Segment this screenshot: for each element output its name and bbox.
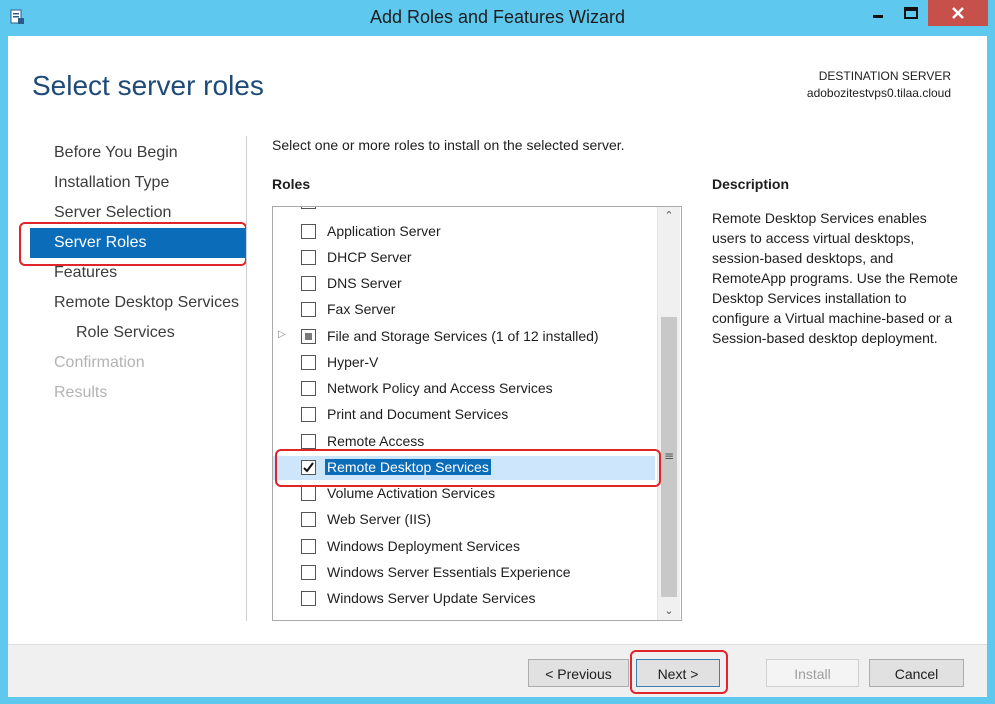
nav-item-before-you-begin[interactable]: Before You Begin xyxy=(30,138,246,168)
roles-listbox[interactable]: Application Server DHCP Server DNS Serve… xyxy=(272,206,682,621)
instruction-text: Select one or more roles to install on t… xyxy=(272,137,625,153)
nav-divider xyxy=(246,136,247,621)
role-row-hyper-v[interactable]: Hyper-V xyxy=(273,351,655,375)
destination-server-name: adobozitestvps0.tilaa.cloud xyxy=(806,86,951,100)
remote-desktop-highlight xyxy=(275,449,661,487)
window-title: Add Roles and Features Wizard xyxy=(369,7,626,27)
minimize-icon xyxy=(872,4,884,23)
roles-heading: Roles xyxy=(272,176,311,192)
role-label: Windows Server Essentials Experience xyxy=(327,564,571,580)
wizard-footer: < Previous Next > Install Cancel xyxy=(8,644,987,697)
role-row-dns-server[interactable]: DNS Server xyxy=(273,272,655,296)
role-checkbox[interactable] xyxy=(301,381,316,396)
role-label: Hyper-V xyxy=(327,354,379,370)
role-label: File and Storage Services (1 of 12 insta… xyxy=(327,328,599,344)
role-checkbox[interactable] xyxy=(301,302,316,317)
maximize-icon xyxy=(904,4,918,23)
role-label: DNS Server xyxy=(327,275,402,291)
scroll-down-arrow-icon[interactable]: ⌄ xyxy=(658,602,680,620)
cancel-button[interactable]: Cancel xyxy=(869,659,964,687)
role-row-web-server[interactable]: Web Server (IIS) xyxy=(273,508,655,532)
role-row-partial xyxy=(273,207,655,214)
role-checkbox[interactable] xyxy=(301,434,316,449)
role-checkbox[interactable] xyxy=(301,512,316,527)
close-icon xyxy=(952,4,964,23)
role-checkbox[interactable] xyxy=(301,329,316,344)
role-row-print-and-document[interactable]: Print and Document Services xyxy=(273,403,655,427)
description-text: Remote Desktop Services enables users to… xyxy=(712,210,958,346)
role-row-file-and-storage-services[interactable]: ▷ File and Storage Services (1 of 12 ins… xyxy=(273,325,655,349)
title-bar[interactable]: Add Roles and Features Wizard xyxy=(0,0,995,36)
role-label: Windows Server Update Services xyxy=(327,590,536,606)
page-title: Select server roles xyxy=(32,70,264,101)
next-button-highlight xyxy=(630,650,728,694)
role-row-fax-server[interactable]: Fax Server xyxy=(273,298,655,322)
role-row-windows-deployment[interactable]: Windows Deployment Services xyxy=(273,535,655,559)
scroll-up-arrow-icon[interactable]: ⌃ xyxy=(658,207,680,225)
install-button: Install xyxy=(766,659,859,687)
minimize-button[interactable] xyxy=(862,0,894,26)
nav-item-role-services[interactable]: Role Services xyxy=(30,318,246,348)
role-label: Print and Document Services xyxy=(327,406,509,422)
role-label: Web Server (IIS) xyxy=(327,511,431,527)
role-row-windows-server-essentials[interactable]: Windows Server Essentials Experience xyxy=(273,561,655,585)
server-roles-highlight xyxy=(19,222,247,266)
role-row-network-policy[interactable]: Network Policy and Access Services xyxy=(273,377,655,401)
role-label: Network Policy and Access Services xyxy=(327,380,553,396)
role-label: Fax Server xyxy=(327,301,396,317)
wizard-window: Add Roles and Features Wizard Select ser… xyxy=(0,0,995,704)
wizard-content: Select server roles DESTINATION SERVER a… xyxy=(8,36,987,697)
grip-icon: ≡ xyxy=(663,449,675,463)
role-row-application-server[interactable]: Application Server xyxy=(273,220,655,244)
role-checkbox[interactable] xyxy=(301,407,316,422)
role-checkbox[interactable] xyxy=(301,486,316,501)
nav-item-results: Results xyxy=(54,384,108,401)
role-checkbox[interactable] xyxy=(301,539,316,554)
previous-button[interactable]: < Previous xyxy=(528,659,629,687)
destination-server-label: DESTINATION SERVER xyxy=(818,69,951,83)
close-button[interactable] xyxy=(928,0,988,26)
role-checkbox xyxy=(301,207,316,209)
role-checkbox[interactable] xyxy=(301,224,316,239)
scrollbar-thumb[interactable]: ≡ xyxy=(661,317,677,597)
nav-item-installation-type[interactable]: Installation Type xyxy=(30,168,246,198)
role-row-windows-server-update[interactable]: Windows Server Update Services xyxy=(273,587,655,611)
nav-item-confirmation: Confirmation xyxy=(54,354,145,371)
maximize-button[interactable] xyxy=(895,0,927,26)
role-checkbox[interactable] xyxy=(301,591,316,606)
role-label: Volume Activation Services xyxy=(327,485,496,501)
role-label: Remote Access xyxy=(327,433,425,449)
expand-arrow-icon[interactable]: ▷ xyxy=(278,329,286,340)
role-checkbox[interactable] xyxy=(301,276,316,291)
roles-scrollbar[interactable]: ⌃ ≡ ⌄ xyxy=(657,207,680,620)
role-checkbox[interactable] xyxy=(301,565,316,580)
nav-item-remote-desktop-services[interactable]: Remote Desktop Services xyxy=(30,288,246,318)
role-label: Application Server xyxy=(327,223,441,239)
role-label: Windows Deployment Services xyxy=(327,538,520,554)
role-checkbox[interactable] xyxy=(301,250,316,265)
wizard-nav: Before You Begin Installation Type Serve… xyxy=(30,138,246,408)
description-heading: Description xyxy=(712,176,790,192)
role-label: DHCP Server xyxy=(327,249,412,265)
role-row-dhcp-server[interactable]: DHCP Server xyxy=(273,246,655,270)
role-checkbox[interactable] xyxy=(301,355,316,370)
